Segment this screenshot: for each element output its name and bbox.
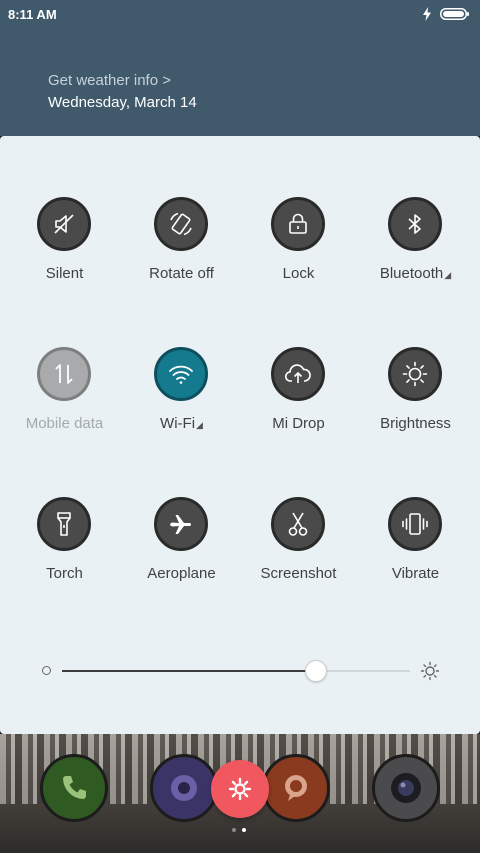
settings-button[interactable]: [211, 760, 269, 818]
mobile-data-button[interactable]: [37, 347, 91, 401]
vibrate-button[interactable]: [388, 497, 442, 551]
tile-label-brightness: Brightness: [380, 415, 451, 432]
screenshot-icon: [288, 512, 308, 536]
mi-drop-button[interactable]: [271, 347, 325, 401]
messages-icon: [285, 775, 307, 801]
high-brightness-icon: [420, 661, 440, 686]
phone-icon: [63, 776, 86, 799]
page-dot-active: [242, 828, 246, 832]
torch-icon: [57, 512, 71, 536]
aeroplane-icon: [170, 515, 192, 534]
silent-button[interactable]: [37, 197, 91, 251]
tile-label-rotate: Rotate off: [149, 265, 214, 282]
aeroplane-button[interactable]: [154, 497, 208, 551]
date-text: Wednesday, March 14: [48, 94, 197, 111]
low-brightness-icon: [42, 666, 51, 675]
bluetooth-menu-caret[interactable]: ◢: [444, 270, 451, 280]
brightness-slider-thumb[interactable]: [305, 660, 328, 682]
tile-aeroplane[interactable]: Aeroplane: [123, 497, 240, 617]
wifi-menu-caret[interactable]: ◢: [196, 420, 203, 430]
tile-lock[interactable]: Lock: [240, 197, 357, 317]
mobile-data-icon: [55, 364, 73, 384]
tile-silent[interactable]: Silent: [6, 197, 123, 317]
tile-wifi[interactable]: Wi-Fi◢: [123, 347, 240, 467]
vibrate-icon: [402, 513, 428, 535]
silent-icon: [54, 214, 74, 234]
torch-button[interactable]: [37, 497, 91, 551]
brightness-button[interactable]: [388, 347, 442, 401]
tile-label-mobile-data: Mobile data: [25, 415, 104, 432]
page-indicator: [232, 828, 246, 832]
lock-button[interactable]: [271, 197, 325, 251]
tile-torch[interactable]: Torch: [6, 497, 123, 617]
charging-icon: [422, 7, 432, 21]
mi-drop-icon: [284, 364, 311, 383]
tile-mobile-data[interactable]: Mobile data: [6, 347, 123, 467]
bluetooth-button[interactable]: [388, 197, 442, 251]
home-screen-dock: [0, 734, 480, 853]
tile-label-torch: Torch: [46, 565, 83, 582]
brightness-slider[interactable]: [40, 656, 440, 686]
camera-icon: [391, 773, 421, 803]
battery-icon: [440, 8, 470, 20]
rotate-button[interactable]: [154, 197, 208, 251]
phone-app[interactable]: [40, 754, 108, 822]
tile-screenshot[interactable]: Screenshot: [240, 497, 357, 617]
tile-label-aeroplane: Aeroplane: [147, 565, 216, 582]
weather-link[interactable]: Get weather info >: [48, 72, 171, 89]
browser-icon: [171, 775, 197, 801]
tile-label-screenshot: Screenshot: [260, 565, 337, 582]
brightness-slider-track[interactable]: [62, 660, 410, 682]
page-dot: [232, 828, 236, 832]
screenshot-button[interactable]: [271, 497, 325, 551]
messages-app[interactable]: [262, 754, 330, 822]
status-icons: [422, 7, 470, 21]
quick-settings-panel: Silent Rotate off Lock Bluetooth◢ Mobile…: [0, 136, 480, 734]
bluetooth-icon: [408, 214, 421, 234]
tile-label-vibrate: Vibrate: [391, 565, 440, 582]
tile-label-silent: Silent: [45, 265, 84, 282]
tile-label-wifi: Wi-Fi◢: [160, 415, 203, 432]
tile-vibrate[interactable]: Vibrate: [357, 497, 474, 617]
brightness-icon: [402, 361, 428, 387]
wifi-icon: [169, 365, 193, 384]
gear-icon: [228, 777, 252, 801]
rotate-icon: [170, 212, 192, 236]
tile-brightness[interactable]: Brightness: [357, 347, 474, 467]
tile-label-mi-drop: Mi Drop: [272, 415, 325, 432]
tile-bluetooth[interactable]: Bluetooth◢: [357, 197, 474, 317]
browser-app[interactable]: [150, 754, 218, 822]
tile-mi-drop[interactable]: Mi Drop: [240, 347, 357, 467]
wifi-button[interactable]: [154, 347, 208, 401]
tile-label-bluetooth: Bluetooth◢: [379, 265, 452, 282]
camera-app[interactable]: [372, 754, 440, 822]
notification-header: 8:11 AM Get weather info > Wednesday, Ma…: [0, 0, 480, 136]
tile-label-lock: Lock: [282, 265, 315, 282]
brightness-slider-fill: [62, 670, 317, 672]
tile-rotate[interactable]: Rotate off: [123, 197, 240, 317]
lock-icon: [289, 213, 307, 234]
status-time: 8:11 AM: [8, 7, 57, 22]
status-bar: 8:11 AM: [0, 0, 480, 28]
